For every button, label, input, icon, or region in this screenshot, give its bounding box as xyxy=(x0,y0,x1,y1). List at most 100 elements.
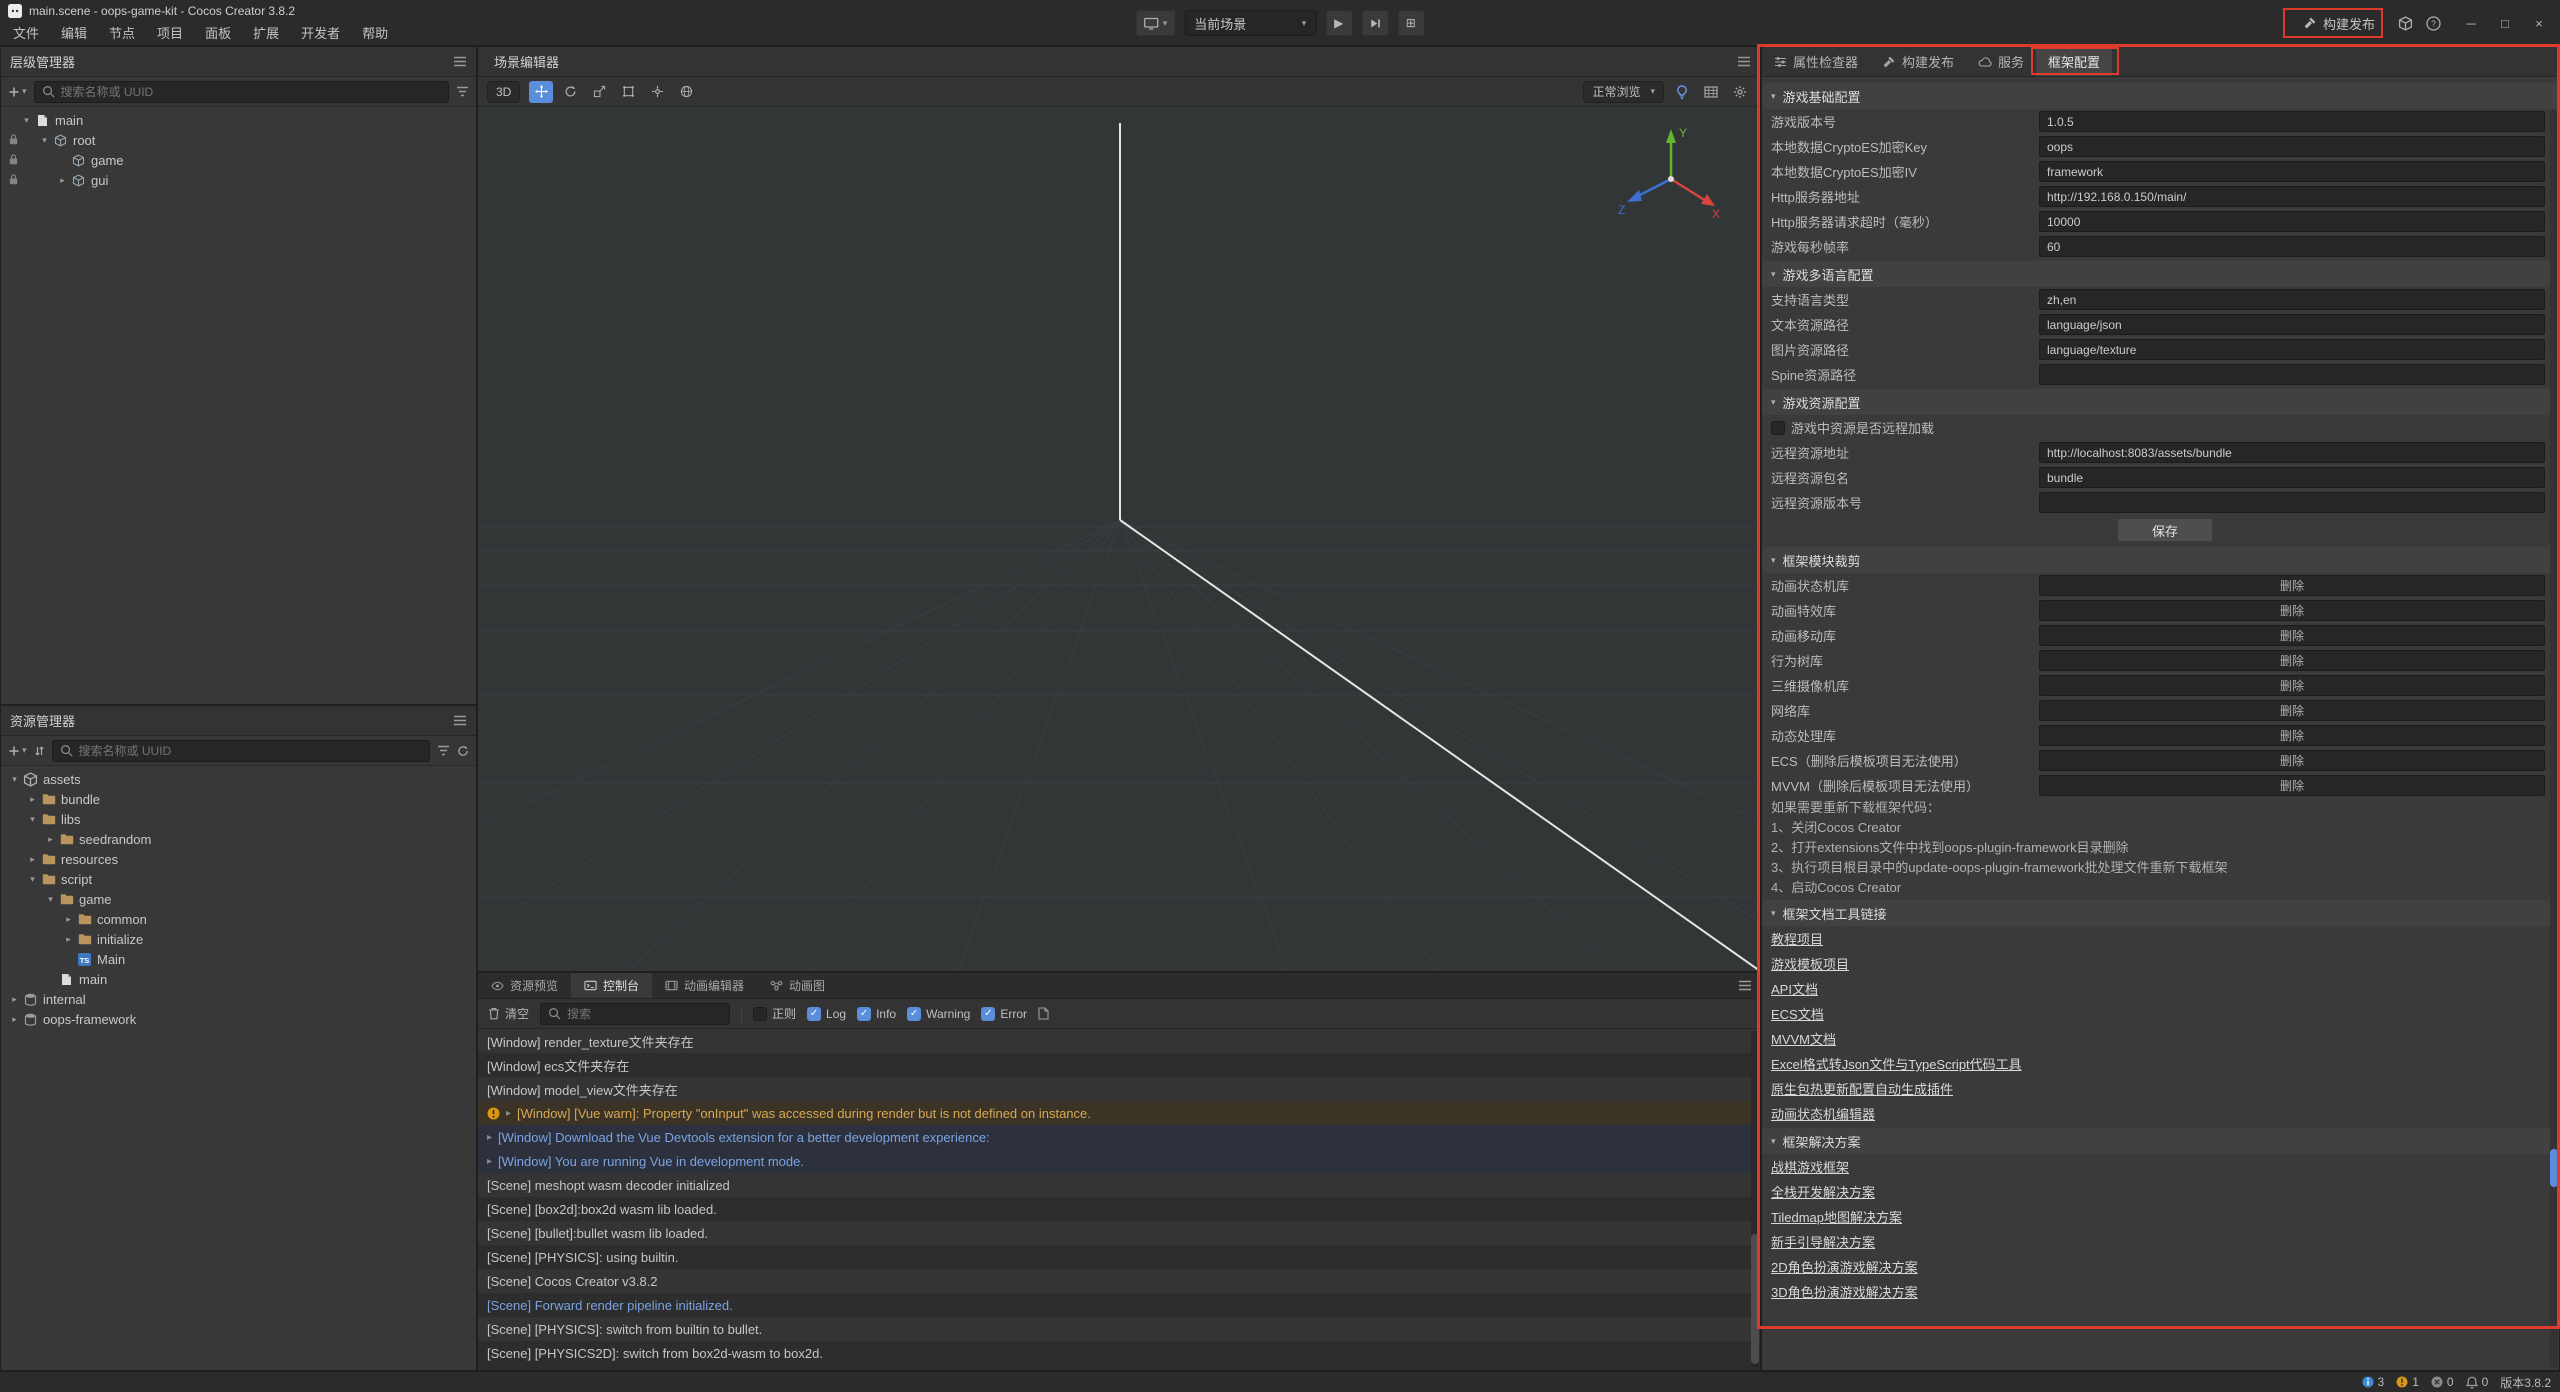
texture-path-input[interactable] xyxy=(2039,339,2545,360)
scene-light-toggle-icon[interactable] xyxy=(1671,81,1693,103)
tree-row[interactable]: ▸gui xyxy=(1,170,476,190)
dimension-toggle-button[interactable]: 3D xyxy=(487,81,520,103)
api-doc-link[interactable]: API文档 xyxy=(1771,979,1818,998)
close-button[interactable]: × xyxy=(2522,9,2556,37)
log-row[interactable]: [Window] model_view文件夹存在 xyxy=(478,1077,1760,1101)
tree-row[interactable]: ▸initialize xyxy=(1,929,476,949)
inspector-tab[interactable]: 框架配置 xyxy=(2036,47,2112,76)
world-tool-button[interactable] xyxy=(674,81,698,103)
expand-arrow-icon[interactable]: ▾ xyxy=(37,135,52,146)
mvvm-delete-button[interactable]: 删除 xyxy=(2039,775,2545,796)
tree-row[interactable]: ▸resources xyxy=(1,849,476,869)
scale-tool-button[interactable] xyxy=(587,81,611,103)
fps-input[interactable] xyxy=(2039,236,2545,257)
expand-arrow-icon[interactable]: ▾ xyxy=(19,115,34,126)
fullstack-link[interactable]: 全栈开发解决方案 xyxy=(1771,1182,1875,1201)
tree-row[interactable]: ▾main xyxy=(1,110,476,130)
console-tab[interactable]: 动画编辑器 xyxy=(652,973,757,998)
scene-select[interactable]: 当前场景 ▾ xyxy=(1184,10,1316,36)
expand-arrow-icon[interactable]: ▸ xyxy=(61,934,76,945)
menu-item[interactable]: 帮助 xyxy=(351,23,399,45)
tree-row[interactable]: ▾game xyxy=(1,889,476,909)
regex-checkbox[interactable]: 正则 xyxy=(753,1005,796,1022)
tiledmap-link[interactable]: Tiledmap地图解决方案 xyxy=(1771,1207,1902,1226)
log-row[interactable]: ▸[Window] You are running Vue in develop… xyxy=(478,1149,1760,1173)
move-tool-button[interactable] xyxy=(529,81,553,103)
console-tab[interactable]: 控制台 xyxy=(571,973,652,998)
tree-row[interactable]: ▾script xyxy=(1,869,476,889)
inspector-scrollbar[interactable] xyxy=(2550,109,2558,1368)
tree-row[interactable]: ▸seedrandom xyxy=(1,829,476,849)
menu-item[interactable]: 开发者 xyxy=(290,23,351,45)
log-row[interactable]: ▸[Window] [Vue warn]: Property "onInput"… xyxy=(478,1101,1760,1125)
log-row[interactable]: [Scene] [bullet]:bullet wasm lib loaded. xyxy=(478,1221,1760,1245)
expand-arrow-icon[interactable]: ▾ xyxy=(25,874,40,885)
expand-arrow-icon[interactable]: ▾ xyxy=(43,894,58,905)
error-count-badge[interactable]: 0 xyxy=(2431,1375,2454,1389)
filter-log-checkbox[interactable]: ✓Log xyxy=(807,1007,846,1021)
help-icon[interactable]: ? xyxy=(2426,16,2441,31)
panel-menu-icon[interactable] xyxy=(1737,56,1751,67)
dynamic-delete-button[interactable]: 删除 xyxy=(2039,725,2545,746)
section-header[interactable]: ▾框架模块裁剪 xyxy=(1762,547,2559,573)
animator-delete-button[interactable]: 删除 xyxy=(2039,575,2545,596)
inspector-tab[interactable]: 服务 xyxy=(1966,47,2036,76)
mvvm-doc-link[interactable]: MVVM文档 xyxy=(1771,1029,1836,1048)
add-asset-button[interactable]: ▾ xyxy=(8,745,27,757)
grid-view-icon[interactable] xyxy=(1700,81,1722,103)
rpg-2d-link[interactable]: 2D角色扮演游戏解决方案 xyxy=(1771,1257,1918,1276)
spine-path-input[interactable] xyxy=(2039,364,2545,385)
export-log-icon[interactable] xyxy=(1038,1007,1049,1020)
animator-move-delete-button[interactable]: 删除 xyxy=(2039,625,2545,646)
ecs-doc-link[interactable]: ECS文档 xyxy=(1771,1004,1824,1023)
guide-link[interactable]: 新手引导解决方案 xyxy=(1771,1232,1875,1251)
console-search-input[interactable] xyxy=(567,1007,722,1021)
inspector-tab[interactable]: 属性检查器 xyxy=(1762,47,1870,76)
rotate-tool-button[interactable] xyxy=(558,81,582,103)
menu-item[interactable]: 扩展 xyxy=(242,23,290,45)
section-header[interactable]: ▾游戏多语言配置 xyxy=(1762,261,2559,287)
expand-arrow-icon[interactable]: ▾ xyxy=(7,774,22,785)
menu-item[interactable]: 项目 xyxy=(146,23,194,45)
expand-arrow-icon[interactable]: ▸ xyxy=(487,1156,492,1167)
save-button[interactable]: 保存 xyxy=(2117,518,2213,542)
log-row[interactable]: [Scene] [box2d]:box2d wasm lib loaded. xyxy=(478,1197,1760,1221)
war-chess-link[interactable]: 战棋游戏框架 xyxy=(1771,1157,1849,1176)
section-header[interactable]: ▾游戏资源配置 xyxy=(1762,389,2559,415)
panel-menu-icon[interactable] xyxy=(453,715,467,726)
ecs-delete-button[interactable]: 删除 xyxy=(2039,750,2545,771)
tutorial-project-link[interactable]: 教程项目 xyxy=(1771,929,1823,948)
notification-bell[interactable]: 0 xyxy=(2466,1375,2489,1389)
tree-row[interactable]: ▸bundle xyxy=(1,789,476,809)
build-publish-button[interactable]: 构建发布 xyxy=(2293,9,2385,37)
filter-icon[interactable] xyxy=(437,745,450,756)
expand-arrow-icon[interactable]: ▸ xyxy=(25,794,40,805)
log-row[interactable]: ▸[Window] Download the Vue Devtools exte… xyxy=(478,1125,1760,1149)
info-count-badge[interactable]: 3 xyxy=(2362,1375,2385,1389)
animator-editor-link[interactable]: 动画状态机编辑器 xyxy=(1771,1104,1875,1123)
lock-icon[interactable] xyxy=(5,154,22,165)
section-header[interactable]: ▾游戏基础配置 xyxy=(1762,83,2559,109)
tree-row[interactable]: ▸oops-framework xyxy=(1,1009,476,1029)
warning-count-badge[interactable]: 1 xyxy=(2396,1375,2419,1389)
animator-effect-delete-button[interactable]: 删除 xyxy=(2039,600,2545,621)
tree-row[interactable]: game xyxy=(1,150,476,170)
remote-url-input[interactable] xyxy=(2039,442,2545,463)
expand-arrow-icon[interactable]: ▸ xyxy=(506,1108,511,1119)
text-path-input[interactable] xyxy=(2039,314,2545,335)
expand-arrow-icon[interactable]: ▸ xyxy=(43,834,58,845)
tree-row[interactable]: ▸common xyxy=(1,909,476,929)
hierarchy-search-input[interactable] xyxy=(61,85,441,99)
template-project-link[interactable]: 游戏模板项目 xyxy=(1771,954,1849,973)
log-row[interactable]: [Scene] [PHYSICS]: using builtin. xyxy=(478,1245,1760,1269)
orientation-gizmo[interactable]: Y X Z xyxy=(1616,121,1726,231)
crypto-key-input[interactable] xyxy=(2039,136,2545,157)
panel-menu-icon[interactable] xyxy=(1738,980,1752,991)
network-delete-button[interactable]: 删除 xyxy=(2039,700,2545,721)
play-button[interactable]: ▶ xyxy=(1325,10,1352,36)
layout-grid-button[interactable]: ⊞ xyxy=(1397,10,1424,36)
log-row[interactable]: [Scene] [PHYSICS]: switch from builtin t… xyxy=(478,1317,1760,1341)
package-icon[interactable] xyxy=(2398,16,2413,31)
step-button[interactable] xyxy=(1361,10,1388,36)
tree-row[interactable]: ▾root xyxy=(1,130,476,150)
